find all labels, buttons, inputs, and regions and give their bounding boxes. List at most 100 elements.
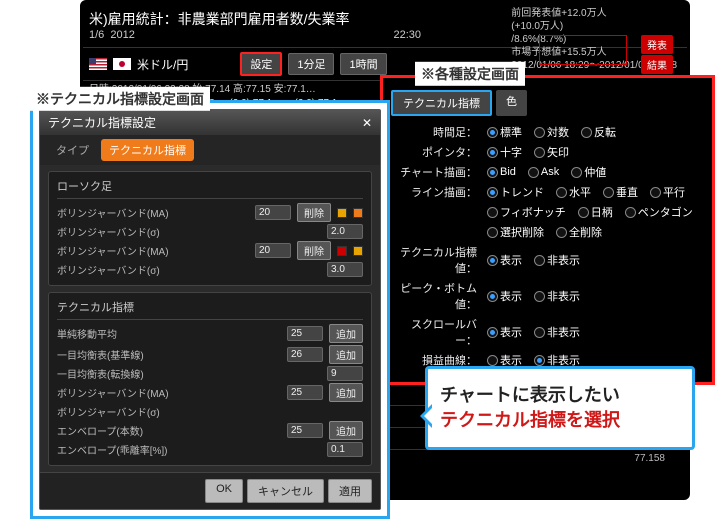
timeframe-1hour-button[interactable]: 1時間 — [340, 53, 386, 75]
settings-button[interactable]: 設定 — [240, 52, 282, 76]
callout-line2: テクニカル指標を選択 — [440, 408, 680, 433]
r2-5-b[interactable]: 追加 — [329, 421, 363, 440]
radio-option[interactable]: 平行 — [650, 184, 685, 200]
r2-0-b[interactable]: 追加 — [329, 324, 363, 343]
color-swatch-icon[interactable] — [353, 246, 363, 256]
color-swatch-icon[interactable] — [337, 208, 347, 218]
ok-button[interactable]: OK — [205, 479, 243, 503]
apply-button[interactable]: 適用 — [328, 479, 372, 503]
header-year: 2012 — [110, 29, 134, 41]
r1-1-n: ボリンジャーバンド(σ) — [57, 224, 321, 239]
radio-label: Ask — [541, 166, 559, 178]
r1-3-v[interactable]: 3.0 — [327, 262, 363, 277]
radio-option[interactable]: 非表示 — [534, 252, 580, 268]
radio-icon — [487, 291, 498, 302]
r2-5-v[interactable]: 25 — [287, 423, 323, 438]
radio-option[interactable]: 非表示 — [534, 324, 580, 340]
radio-option[interactable]: 反転 — [581, 124, 616, 140]
radio-option[interactable]: 表示 — [487, 288, 522, 304]
r1-0-v[interactable]: 20 — [255, 205, 291, 220]
r2-1-b[interactable]: 追加 — [329, 345, 363, 364]
radio-option[interactable]: ペンタゴン — [625, 204, 693, 220]
r1-0-n: ボリンジャーバンド(MA) — [57, 205, 249, 220]
radio-option[interactable]: 標準 — [487, 124, 522, 140]
radio-icon — [487, 127, 498, 138]
r1-2-v[interactable]: 20 — [255, 243, 291, 258]
dialog-title: テクニカル指標設定 — [48, 114, 156, 131]
tab-technical-indicators[interactable]: テクニカル指標 — [391, 90, 492, 116]
radio-option[interactable]: 非表示 — [534, 288, 580, 304]
radio-option[interactable]: 対数 — [534, 124, 569, 140]
section-technical: テクニカル指標 — [57, 299, 363, 320]
r2-3-b[interactable]: 追加 — [329, 383, 363, 402]
radio-option[interactable]: 仲値 — [571, 164, 606, 180]
setting-label: スクロールバー： — [391, 316, 481, 348]
radio-icon — [534, 147, 545, 158]
radio-label: 反転 — [594, 124, 616, 140]
r1-1-v[interactable]: 2.0 — [327, 224, 363, 239]
radio-icon — [487, 327, 498, 338]
radio-option[interactable]: 矢印 — [534, 144, 569, 160]
currency-pair[interactable]: 米ドル/円 — [137, 56, 188, 73]
setting-label: ポインタ： — [391, 144, 481, 160]
timeframe-1min-button[interactable]: 1分足 — [288, 53, 334, 75]
radio-icon — [650, 187, 661, 198]
radio-option[interactable]: Bid — [487, 166, 516, 178]
radio-icon — [487, 255, 498, 266]
radio-icon — [528, 167, 539, 178]
setting-label: 時間足： — [391, 124, 481, 140]
r2-5-n: エンベロープ(本数) — [57, 423, 281, 438]
tab-technical[interactable]: テクニカル指標 — [101, 139, 194, 161]
announce-button[interactable]: 発表 — [641, 35, 673, 54]
r2-0-n: 単純移動平均 — [57, 326, 281, 341]
r2-1-n: 一目均衡表(基準線) — [57, 347, 281, 362]
radio-label: Bid — [500, 166, 516, 178]
callout-line1: チャートに表示したい — [440, 383, 680, 408]
radio-option[interactable]: トレンド — [487, 184, 544, 200]
radio-label: 日柄 — [591, 204, 613, 220]
radio-icon — [487, 147, 498, 158]
result-button[interactable]: 結果 — [641, 55, 673, 74]
radio-option[interactable]: 表示 — [487, 324, 522, 340]
r2-2-v[interactable]: 9 — [327, 366, 363, 381]
radio-icon — [487, 207, 498, 218]
tab-color[interactable]: 色 — [496, 90, 527, 116]
r2-1-v[interactable]: 26 — [287, 347, 323, 362]
radio-label: トレンド — [500, 184, 544, 200]
radio-label: 非表示 — [547, 324, 580, 340]
radio-option[interactable]: 水平 — [556, 184, 591, 200]
radio-label: 表示 — [500, 288, 522, 304]
r2-3-v[interactable]: 25 — [287, 385, 323, 400]
close-icon[interactable]: ✕ — [362, 116, 372, 130]
radio-label: ペンタゴン — [638, 204, 693, 220]
r1-0-b[interactable]: 削除 — [297, 203, 331, 222]
cancel-button[interactable]: キャンセル — [247, 479, 324, 503]
radio-label: 仲値 — [584, 164, 606, 180]
radio-icon — [487, 355, 498, 366]
radio-option[interactable]: フィボナッチ — [487, 204, 566, 220]
header-date: 1/6 — [89, 29, 104, 41]
radio-label: 矢印 — [547, 144, 569, 160]
radio-icon — [581, 127, 592, 138]
tab-type[interactable]: タイプ — [48, 139, 97, 161]
radio-option[interactable]: 全削除 — [556, 224, 602, 240]
radio-label: フィボナッチ — [500, 204, 566, 220]
color-swatch-icon[interactable] — [337, 246, 347, 256]
prev-line2: (+10.0万人) — [511, 20, 677, 33]
r2-2-n: 一目均衡表(転換線) — [57, 366, 321, 381]
r2-6-n: エンベロープ(乖離率[%]) — [57, 442, 321, 457]
radio-icon — [534, 127, 545, 138]
radio-label: 垂直 — [616, 184, 638, 200]
color-swatch-icon[interactable] — [353, 208, 363, 218]
radio-option[interactable]: 表示 — [487, 252, 522, 268]
radio-icon — [487, 187, 498, 198]
r1-2-b[interactable]: 削除 — [297, 241, 331, 260]
r2-6-v[interactable]: 0.1 — [327, 442, 363, 457]
radio-option[interactable]: 十字 — [487, 144, 522, 160]
radio-option[interactable]: 日柄 — [578, 204, 613, 220]
radio-option[interactable]: Ask — [528, 166, 559, 178]
r2-0-v[interactable]: 25 — [287, 326, 323, 341]
radio-option[interactable]: 垂直 — [603, 184, 638, 200]
setting-label: ライン描画： — [391, 184, 481, 200]
radio-option[interactable]: 選択削除 — [487, 224, 544, 240]
